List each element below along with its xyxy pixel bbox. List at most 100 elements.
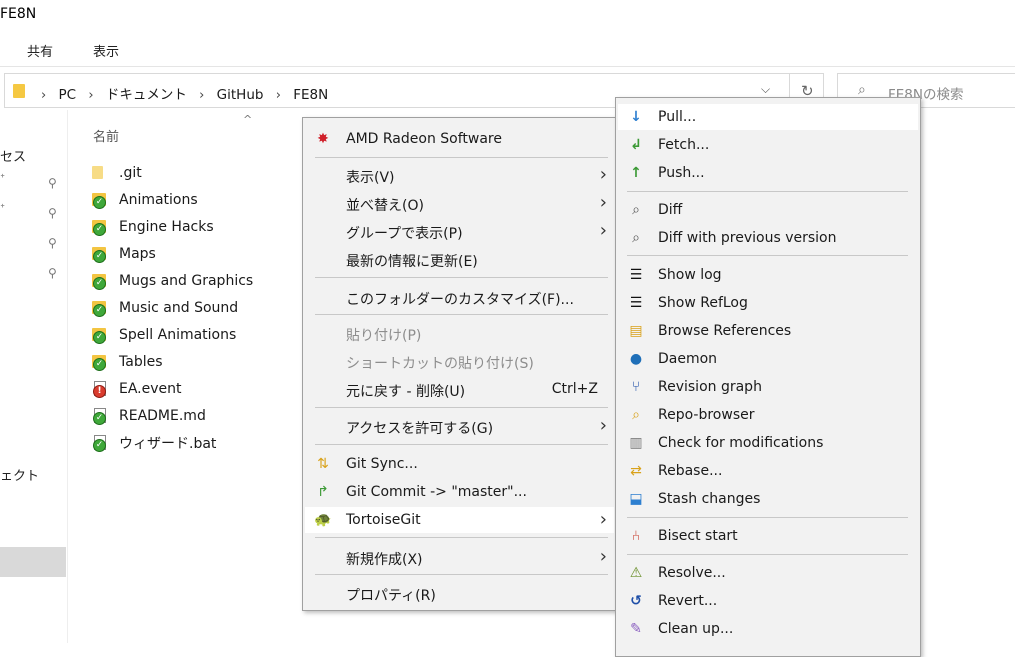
menu-item-show-log[interactable]: ☰ Show log (618, 262, 918, 288)
breadcrumb-item-github[interactable]: GitHub (217, 87, 264, 103)
menu-item-amd-radeon[interactable]: ✸ AMD Radeon Software (305, 126, 614, 152)
menu-item-daemon[interactable]: ● Daemon (618, 346, 918, 372)
git-sync-icon: ⇅ (317, 456, 329, 472)
list-item[interactable]: ✓ Animations (92, 189, 198, 211)
globe-icon: ● (629, 351, 643, 367)
menu-item-properties[interactable]: プロパティ(R) (305, 580, 614, 606)
menu-item-resolve[interactable]: ⚠ Resolve... (618, 560, 918, 586)
chevron-right-icon: › (599, 415, 607, 436)
folder-git-ok-icon: ✓ (92, 246, 109, 263)
menu-item-check-modifications[interactable]: ▥ Check for modifications (618, 430, 918, 456)
nav-item-selected[interactable] (0, 547, 66, 577)
menu-item-pull[interactable]: ↓ Pull... (618, 104, 918, 130)
tortoisegit-icon: 🐢 (314, 512, 332, 528)
pin-icon[interactable]: ⚲ (48, 266, 57, 280)
menu-item-undo-delete[interactable]: 元に戻す - 削除(U) Ctrl+Z (305, 376, 614, 402)
chevron-right-icon[interactable]: › (199, 88, 204, 103)
folder-git-ok-icon: ✓ (92, 327, 109, 344)
nav-item-objects[interactable]: ェクト (0, 465, 39, 484)
nav-item-quick-access[interactable]: セス (0, 146, 26, 165)
menu-item-diff-previous[interactable]: ⌕ Diff with previous version (618, 225, 918, 251)
pin-icon[interactable]: ⚲ (48, 206, 57, 220)
show-log-icon: ☰ (629, 267, 643, 283)
menu-item-rebase[interactable]: ⇄ Rebase... (618, 458, 918, 484)
menu-item-git-sync[interactable]: ⇅ Git Sync... (305, 451, 614, 477)
file-git-ok-icon: ✓ (92, 408, 109, 425)
menu-item-customize-folder[interactable]: このフォルダーのカスタマイズ(F)... (305, 284, 614, 310)
list-item[interactable]: ✓ ウィザード.bat (92, 432, 216, 454)
file-name: ウィザード.bat (119, 436, 217, 452)
menu-separator (315, 574, 608, 575)
list-item[interactable]: ✓ Mugs and Graphics (92, 270, 253, 292)
pin-icon[interactable]: ⚲ (48, 176, 57, 190)
ribbon-tab-share[interactable]: 共有 (27, 41, 53, 60)
stash-icon: ⬓ (629, 491, 643, 507)
menu-item-show-reflog[interactable]: ☰ Show RefLog (618, 290, 918, 316)
menu-item-clean-up[interactable]: ✎ Clean up... (618, 616, 918, 642)
menu-item-sort[interactable]: 並べ替え(O) › (305, 190, 614, 216)
menu-item-repo-browser[interactable]: ⌕ Repo-browser (618, 402, 918, 428)
menu-separator (315, 537, 608, 538)
breadcrumb-item-pc[interactable]: PC (59, 87, 77, 103)
nav-item-fragment: ᐩ (0, 202, 6, 217)
folder-icon (92, 165, 109, 181)
menu-item-view[interactable]: 表示(V) › (305, 162, 614, 188)
window-title: FE8N (0, 6, 37, 22)
menu-item-paste[interactable]: 貼り付け(P) (305, 320, 614, 346)
file-name: Music and Sound (119, 300, 239, 316)
chevron-down-icon[interactable]: ⌵ (761, 82, 770, 97)
list-item[interactable]: ✓ Engine Hacks (92, 216, 214, 238)
menu-item-paste-shortcut[interactable]: ショートカットの貼り付け(S) (305, 348, 614, 374)
search-icon: ⌕ (858, 82, 866, 98)
breadcrumb: › PC › ドキュメント › GitHub › FE8N (33, 83, 328, 103)
chevron-right-icon: › (599, 192, 607, 213)
menu-item-refresh[interactable]: 最新の情報に更新(E) (305, 246, 614, 272)
chevron-right-icon[interactable]: › (276, 88, 281, 103)
shortcut-label: Ctrl+Z (551, 381, 598, 397)
revert-icon: ↺ (630, 593, 642, 609)
menu-item-browse-references[interactable]: ▤ Browse References (618, 318, 918, 344)
file-name: README.md (119, 408, 206, 424)
sort-caret-icon: ^ (243, 113, 253, 126)
list-item[interactable]: ✓ Maps (92, 243, 156, 265)
ribbon-tab-view[interactable]: 表示 (93, 41, 119, 60)
file-name: Maps (119, 246, 156, 262)
pin-icon[interactable]: ⚲ (48, 236, 57, 250)
menu-item-group-by[interactable]: グループで表示(P) › (305, 218, 614, 244)
breadcrumb-item-documents[interactable]: ドキュメント (106, 87, 187, 103)
context-menu: ✸ AMD Radeon Software 表示(V) › 並べ替え(O) › … (302, 117, 617, 611)
folder-git-ok-icon: ✓ (92, 354, 109, 371)
menu-item-revert[interactable]: ↺ Revert... (618, 588, 918, 614)
list-item[interactable]: ✓ README.md (92, 405, 206, 427)
menu-item-push[interactable]: ↑ Push... (618, 160, 918, 186)
menu-item-diff[interactable]: ⌕ Diff (618, 197, 918, 223)
amd-radeon-icon: ✸ (317, 131, 329, 147)
file-name: EA.event (119, 381, 182, 397)
menu-item-bisect-start[interactable]: ⑃ Bisect start (618, 523, 918, 549)
chevron-right-icon: › (41, 88, 47, 103)
list-item[interactable]: ✓ Music and Sound (92, 297, 238, 319)
list-item[interactable]: ! EA.event (92, 378, 182, 400)
chevron-right-icon: › (599, 509, 607, 530)
menu-item-git-commit[interactable]: ↱ Git Commit -> "master"... (305, 479, 614, 505)
list-item[interactable]: ✓ Spell Animations (92, 324, 236, 346)
pane-divider[interactable] (67, 110, 68, 643)
menu-separator (627, 554, 908, 555)
check-modifications-icon: ▥ (629, 435, 643, 451)
menu-item-fetch[interactable]: ↲ Fetch... (618, 132, 918, 158)
menu-item-give-access[interactable]: アクセスを許可する(G) › (305, 413, 614, 439)
menu-item-tortoisegit[interactable]: 🐢 TortoiseGit › (305, 507, 614, 533)
list-item[interactable]: .git (92, 162, 142, 184)
list-item[interactable]: ✓ Tables (92, 351, 163, 373)
folder-icon (13, 84, 25, 98)
folder-git-ok-icon: ✓ (92, 300, 109, 317)
menu-item-revision-graph[interactable]: ⑂ Revision graph (618, 374, 918, 400)
menu-separator (315, 444, 608, 445)
file-name: Spell Animations (119, 327, 237, 343)
chevron-right-icon: › (599, 164, 607, 185)
menu-item-new[interactable]: 新規作成(X) › (305, 544, 614, 570)
breadcrumb-item-fe8n[interactable]: FE8N (293, 87, 328, 103)
menu-item-stash-changes[interactable]: ⬓ Stash changes (618, 486, 918, 512)
column-header-name[interactable]: 名前 (93, 126, 119, 145)
chevron-right-icon[interactable]: › (88, 88, 93, 103)
